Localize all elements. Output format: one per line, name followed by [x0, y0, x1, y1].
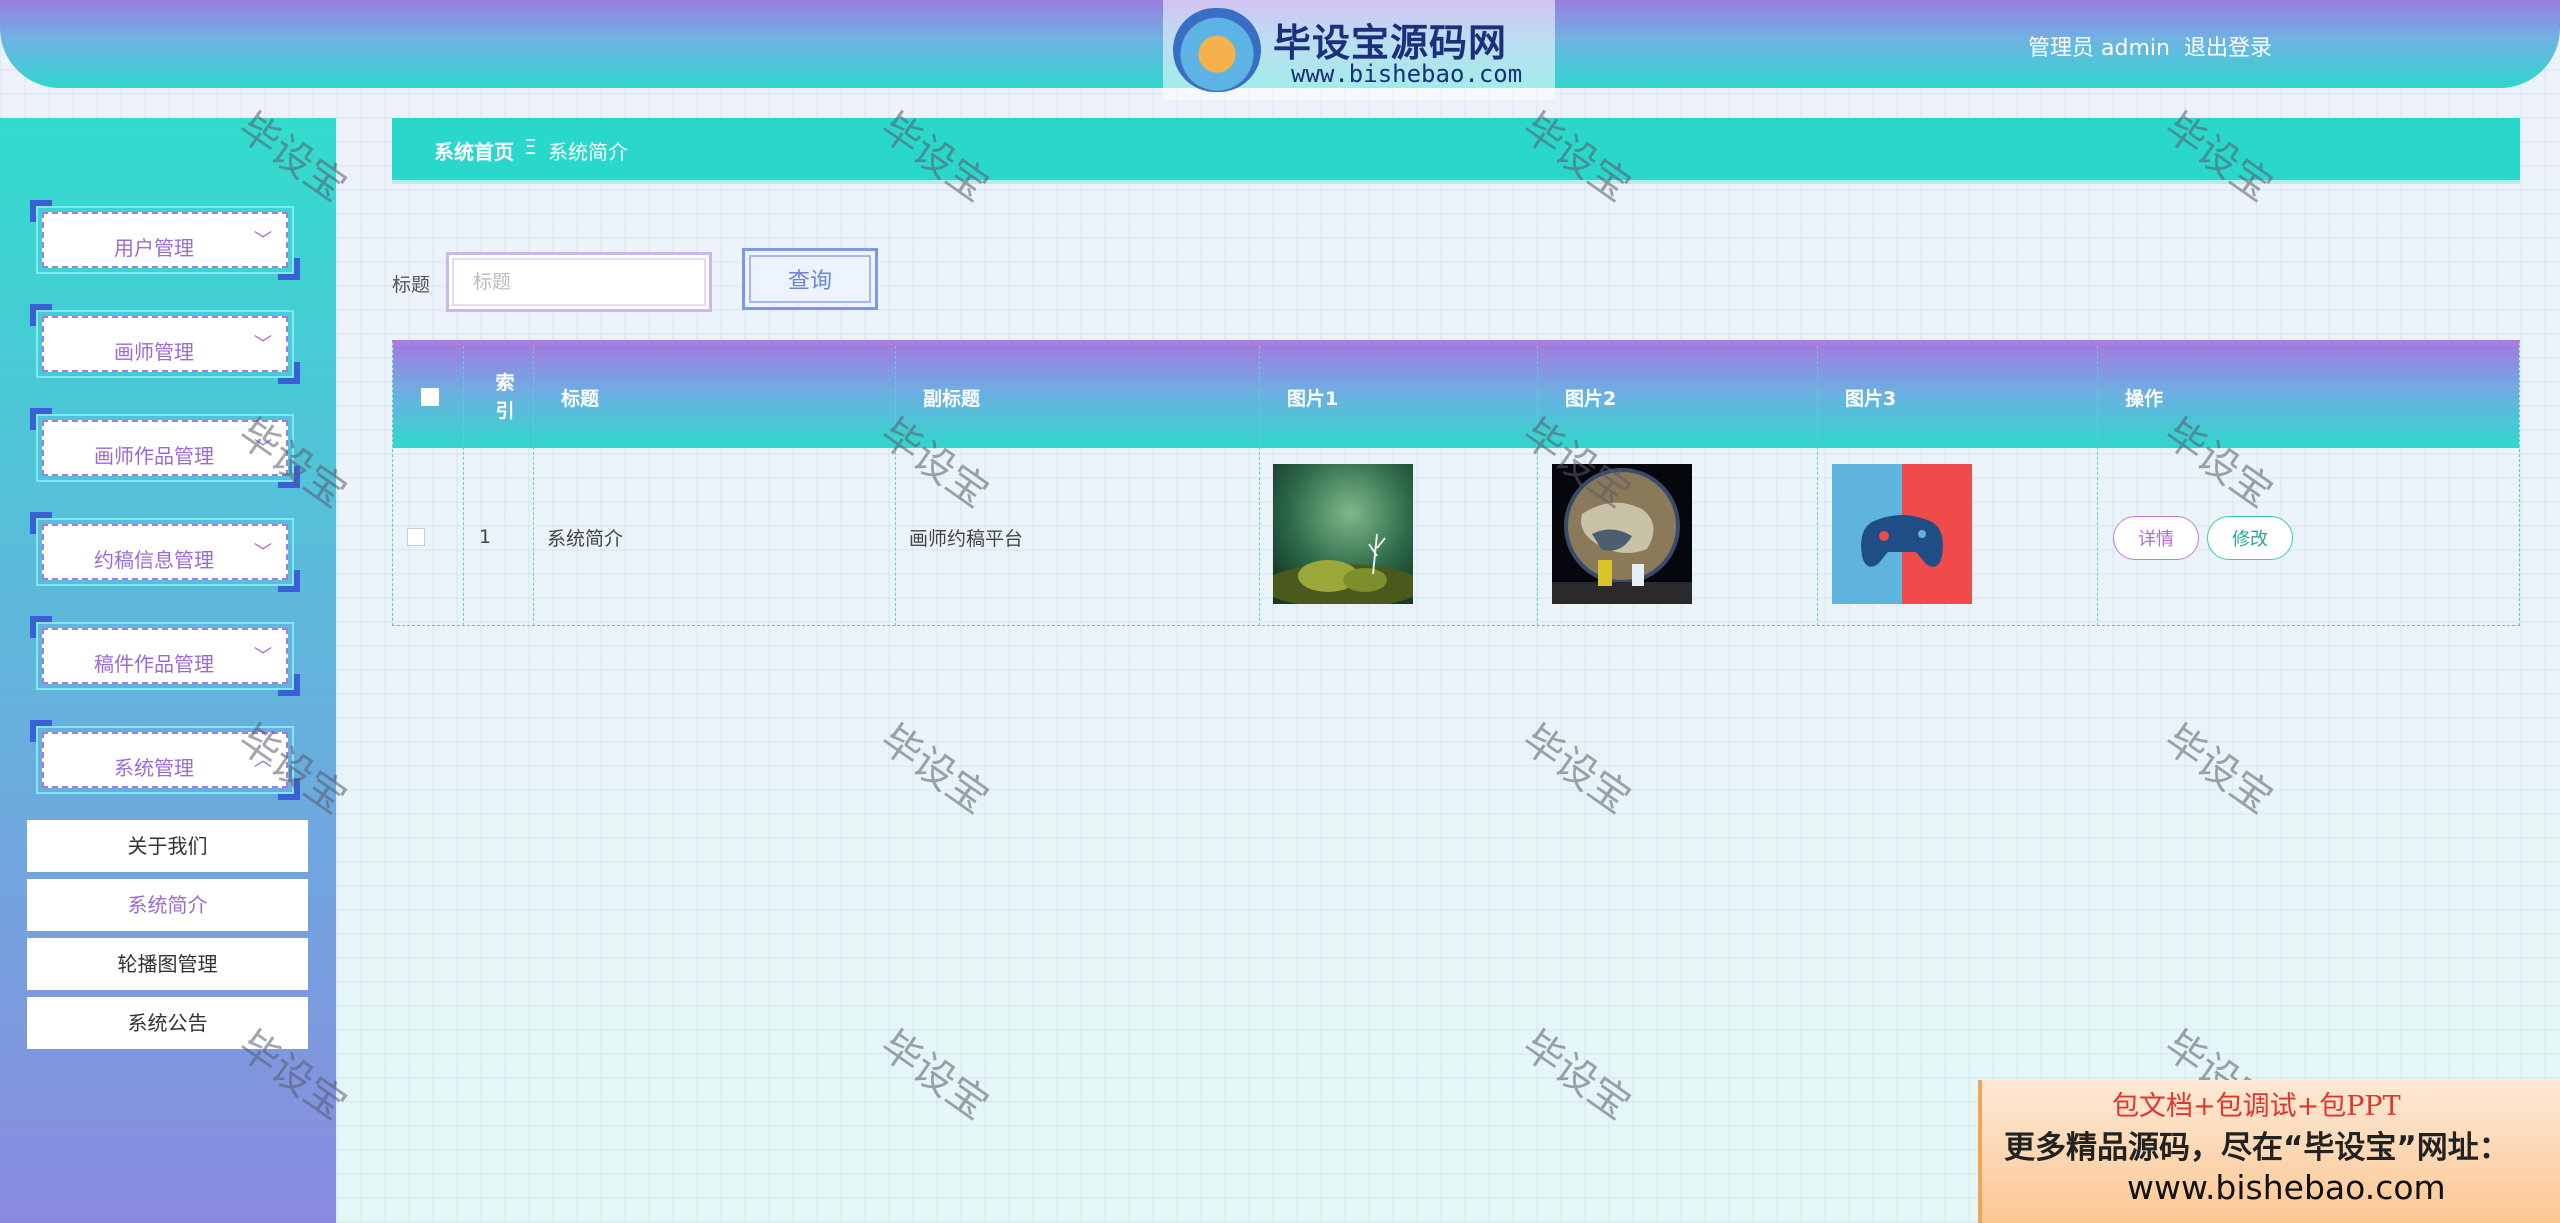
logout-link[interactable]: 退出登录 [2184, 30, 2272, 62]
watermark-text: 毕设宝 [1513, 104, 1639, 211]
submenu-carousel-management[interactable]: 轮播图管理 [27, 938, 308, 990]
promo-message: 更多精品源码，尽在“毕设宝”网址： [2004, 1130, 2510, 1166]
column-divider [1537, 346, 1538, 626]
column-header-image3: 图片3 [1845, 387, 1897, 410]
watermark-text: 毕设宝 [1513, 1022, 1639, 1129]
sidebar-item-label: 画师管理 [114, 340, 194, 364]
sidebar-item-artist-management[interactable]: 画师管理 ﹀ [30, 304, 300, 384]
watermark-text: 毕设宝 [2155, 104, 2281, 211]
watermark-text: 毕设宝 [871, 1022, 997, 1129]
chevron-down-icon: ﹀ [254, 334, 272, 355]
promo-tagline: 包文档+包调试+包PPT [2112, 1091, 2401, 1122]
column-divider [895, 346, 896, 626]
menu-inner: 画师管理 ﹀ [42, 316, 288, 372]
watermark-text: 毕设宝 [871, 104, 997, 211]
menu-inner: 约稿信息管理 ﹀ [42, 524, 288, 580]
chevron-down-icon: ﹀ [254, 230, 272, 251]
top-header: 毕设宝源码网 www.bishebao.com 管理员 admin 退出登录 [0, 0, 2560, 100]
submenu-system-intro[interactable]: 系统简介 [27, 879, 308, 931]
sidebar-item-user-management[interactable]: 用户管理 ﹀ [30, 200, 300, 280]
column-divider [533, 346, 534, 626]
column-header-actions: 操作 [2125, 387, 2164, 410]
sidebar-item-label: 稿件作品管理 [94, 652, 214, 676]
column-header-image1: 图片1 [1287, 387, 1339, 410]
column-divider [1259, 346, 1260, 626]
column-divider [1817, 346, 1818, 626]
menu-inner: 用户管理 ﹀ [42, 212, 288, 268]
edit-button[interactable]: 修改 [2207, 516, 2293, 560]
search-label: 标题 [392, 274, 431, 296]
brand-title: 毕设宝源码网 [1273, 21, 1508, 65]
chevron-down-icon: ﹀ [254, 542, 272, 563]
watermark-text: 毕设宝 [2155, 716, 2281, 823]
column-divider [2097, 346, 2098, 626]
image1-thumbnail [1273, 464, 1413, 604]
data-table: 索引 标题 副标题 图片1 图片2 图片3 操作 1 系统简介 画师约稿平台 详… [392, 340, 2520, 626]
menu-inner: 稿件作品管理 ﹀ [42, 628, 288, 684]
brand-logo-icon [1173, 8, 1261, 92]
column-header-index: 索引 [495, 372, 515, 422]
current-user: 管理员 admin [2028, 36, 2170, 61]
watermark-text: 毕设宝 [871, 716, 997, 823]
column-divider [463, 346, 464, 626]
sidebar-item-commission-management[interactable]: 约稿信息管理 ﹀ [30, 512, 300, 592]
submenu-about-us[interactable]: 关于我们 [27, 820, 308, 872]
sidebar-item-label: 用户管理 [114, 236, 194, 260]
select-all-checkbox[interactable] [421, 388, 439, 406]
sidebar-item-draft-management[interactable]: 稿件作品管理 ﹀ [30, 616, 300, 696]
sidebar-item-label: 约稿信息管理 [94, 548, 214, 572]
image3-thumbnail [1832, 464, 1972, 604]
breadcrumb-separator: Ξ [524, 135, 537, 159]
column-header-title: 标题 [561, 387, 600, 410]
row-checkbox[interactable] [407, 528, 425, 546]
promo-url: www.bishebao.com [2127, 1168, 2446, 1207]
promo-banner: 包文档+包调试+包PPT 更多精品源码，尽在“毕设宝”网址： www.bishe… [1978, 1080, 2560, 1223]
brand-url: www.bishebao.com [1291, 60, 1523, 88]
search-button[interactable]: 查询 [742, 248, 878, 310]
select-all-cell [421, 346, 439, 448]
breadcrumb-current: 系统简介 [548, 140, 628, 164]
watermark-text: 毕设宝 [1513, 716, 1639, 823]
breadcrumb-home[interactable]: 系统首页 [434, 136, 514, 165]
title-search-input[interactable] [446, 252, 712, 312]
chevron-down-icon: ﹀ [254, 646, 272, 667]
cell-index: 1 [479, 526, 492, 548]
detail-button[interactable]: 详情 [2113, 516, 2199, 560]
row-select-cell [407, 448, 425, 626]
cell-title: 系统简介 [547, 527, 624, 550]
brand-logo-area: 毕设宝源码网 www.bishebao.com [1163, 0, 1555, 100]
